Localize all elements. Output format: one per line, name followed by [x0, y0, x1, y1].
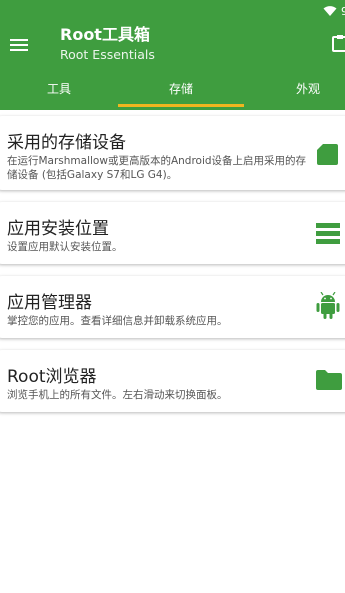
- item-description: 在运行Marshmallow或更高版本的Android设备上启用采用的存储设备 …: [7, 155, 307, 181]
- item-title: 采用的存储设备: [7, 133, 126, 153]
- list-item-adoptable-storage[interactable]: 采用的存储设备 在运行Marshmallow或更高版本的Android设备上启用…: [0, 116, 345, 190]
- tab-tools[interactable]: 工具: [0, 74, 118, 110]
- list-item-install-location[interactable]: 应用安装位置 设置应用默认安装位置。: [0, 202, 345, 264]
- list-icon: [316, 223, 340, 244]
- app-titles: Root工具箱 Root Essentials: [60, 24, 155, 64]
- list-item-app-manager[interactable]: 应用管理器 掌控您的应用。查看详细信息并卸载系统应用。: [0, 276, 345, 338]
- clipboard-icon: [332, 35, 345, 52]
- sd-card-icon: [317, 144, 338, 165]
- item-title: 应用管理器: [7, 293, 92, 313]
- item-description: 掌控您的应用。查看详细信息并卸载系统应用。: [7, 315, 228, 327]
- app-subtitle: Root Essentials: [60, 47, 155, 62]
- item-description: 设置应用默认安装位置。: [7, 241, 123, 253]
- app-bar: Root工具箱 Root Essentials: [0, 22, 345, 74]
- list-item-root-browser[interactable]: Root浏览器 浏览手机上的所有文件。左右滑动来切换面板。: [0, 350, 345, 412]
- item-title: Root浏览器: [7, 367, 97, 387]
- menu-button[interactable]: [8, 34, 30, 56]
- wifi-icon: [323, 6, 337, 16]
- app-title: Root工具箱: [60, 25, 150, 44]
- hamburger-menu-icon: [10, 39, 28, 51]
- toolbar-action-button[interactable]: [329, 34, 345, 56]
- tab-indicator: [118, 104, 244, 107]
- status-icons: 9: [323, 3, 345, 19]
- android-icon: [316, 292, 340, 319]
- folder-icon: [316, 370, 342, 390]
- tab-appearance[interactable]: 外观: [244, 74, 345, 110]
- clock-text: 9: [341, 4, 345, 18]
- item-description: 浏览手机上的所有文件。左右滑动来切换面板。: [7, 389, 228, 401]
- status-bar: 9: [0, 0, 345, 22]
- item-title: 应用安装位置: [7, 219, 109, 239]
